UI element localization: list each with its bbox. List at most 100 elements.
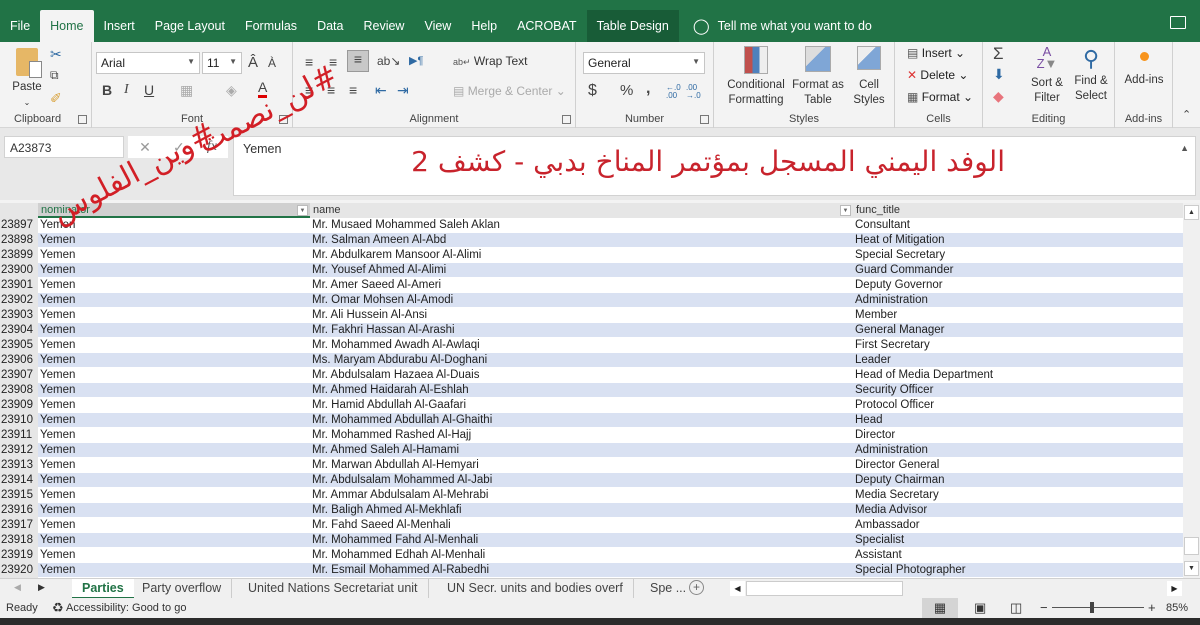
delete-cells-button[interactable]: ✕ Delete ⌄ <box>907 68 968 82</box>
top-align-icon[interactable]: ≡ <box>305 54 313 70</box>
column-header-name[interactable]: name ▼ <box>310 203 853 218</box>
cell-nominator[interactable]: Yemen <box>38 473 310 488</box>
cell-name[interactable]: Mr. Mohammed Edhah Al-Menhali <box>310 548 853 563</box>
bold-button[interactable]: B <box>102 82 112 98</box>
fill-icon[interactable]: ⬇ <box>993 66 1005 83</box>
cell-func-title[interactable]: General Manager <box>853 323 1183 338</box>
addins-button[interactable]: Add-ins <box>1119 52 1169 88</box>
zoom-slider-thumb[interactable] <box>1090 602 1094 613</box>
row-number[interactable]: 23898 <box>0 233 38 248</box>
cell-name[interactable]: Ms. Maryam Abdurabu Al-Doghani <box>310 353 853 368</box>
cell-name[interactable]: Mr. Fakhri Hassan Al-Arashi <box>310 323 853 338</box>
cell-func-title[interactable]: Ambassador <box>853 518 1183 533</box>
cell-nominator[interactable]: Yemen <box>38 503 310 518</box>
row-number[interactable]: 23904 <box>0 323 38 338</box>
bottom-align-icon[interactable]: ≡ <box>347 50 369 72</box>
wrap-text-button[interactable]: ab↵ Wrap Text <box>453 54 527 68</box>
cell-func-title[interactable]: Leader <box>853 353 1183 368</box>
dialog-launcher-icon[interactable] <box>562 115 571 124</box>
cell-nominator[interactable]: Yemen <box>38 308 310 323</box>
merge-center-button[interactable]: ▤ Merge & Center ⌄ <box>453 84 566 98</box>
cell-name[interactable]: Mr. Salman Ameen Al-Abd <box>310 233 853 248</box>
clear-eraser-icon[interactable]: ◆ <box>993 88 1004 105</box>
cell-styles-button[interactable]: Cell Styles <box>848 46 890 108</box>
cell-func-title[interactable]: Member <box>853 308 1183 323</box>
cell-nominator[interactable]: Yemen <box>38 323 310 338</box>
cell-name[interactable]: Mr. Esmail Mohammed Al-Rabedhi <box>310 563 853 578</box>
cell-nominator[interactable]: Yemen <box>38 218 310 233</box>
cell-func-title[interactable]: Media Secretary <box>853 488 1183 503</box>
row-number[interactable]: 23917 <box>0 518 38 533</box>
cell-func-title[interactable]: Director <box>853 428 1183 443</box>
cell-name[interactable]: Mr. Ali Hussein Al-Ansi <box>310 308 853 323</box>
cell-nominator[interactable]: Yemen <box>38 353 310 368</box>
grow-font-icon[interactable]: Â <box>248 54 258 71</box>
tab-data[interactable]: Data <box>307 10 353 42</box>
sort-filter-button[interactable]: A Z▼ Sort & Filter <box>1025 45 1069 106</box>
italic-button[interactable]: I <box>124 82 129 98</box>
tab-home[interactable]: Home <box>40 10 94 42</box>
table-row[interactable]: 23907 Yemen Mr. Abdulsalam Hazaea Al-Duais… <box>0 368 1183 383</box>
table-row[interactable]: 23915 Yemen Mr. Ammar Abdulsalam Al-Mehrab… <box>0 488 1183 503</box>
cell-name[interactable]: Mr. Ahmed Haidarah Al-Eshlah <box>310 383 853 398</box>
borders-icon[interactable]: ▦ <box>180 82 193 99</box>
row-number[interactable]: 23910 <box>0 413 38 428</box>
row-number[interactable]: 23914 <box>0 473 38 488</box>
enter-check-icon[interactable]: ✓ <box>173 139 185 156</box>
cell-nominator[interactable]: Yemen <box>38 518 310 533</box>
shrink-font-icon[interactable]: À <box>268 56 276 70</box>
orientation-icon[interactable]: ab↘ <box>377 54 400 68</box>
cell-nominator[interactable]: Yemen <box>38 488 310 503</box>
zoom-level[interactable]: 85% <box>1166 602 1188 614</box>
cell-name[interactable]: Mr. Yousef Ahmed Al-Alimi <box>310 263 853 278</box>
filter-dropdown-icon[interactable]: ▼ <box>840 205 851 216</box>
tell-me-search[interactable]: ◯ Tell me what you want to do <box>679 10 872 42</box>
row-number[interactable]: 23918 <box>0 533 38 548</box>
collapse-formula-bar-icon[interactable]: ▲ <box>1180 143 1189 153</box>
cell-name[interactable]: Mr. Fahd Saeed Al-Menhali <box>310 518 853 533</box>
comments-icon[interactable] <box>1170 16 1186 29</box>
add-sheet-icon[interactable]: + <box>689 580 704 595</box>
row-number[interactable]: 23908 <box>0 383 38 398</box>
cell-func-title[interactable]: Protocol Officer <box>853 398 1183 413</box>
zoom-out-icon[interactable]: − <box>1040 600 1048 615</box>
rtl-icon[interactable]: ▶¶ <box>409 54 423 67</box>
insert-cells-button[interactable]: ▤ Insert ⌄ <box>907 46 965 60</box>
decrease-decimal-icon[interactable]: .00 →.0 <box>686 84 701 100</box>
comma-button[interactable]: , <box>646 80 650 98</box>
table-row[interactable]: 23897 Yemen Mr. Musaed Mohammed Saleh Akla… <box>0 218 1183 233</box>
table-row[interactable]: 23901 Yemen Mr. Amer Saeed Al-Ameri Deputy … <box>0 278 1183 293</box>
cell-name[interactable]: Mr. Abdulsalam Mohammed Al-Jabi <box>310 473 853 488</box>
scroll-up-icon[interactable]: ▲ <box>1184 205 1199 220</box>
cell-func-title[interactable]: Director General <box>853 458 1183 473</box>
table-row[interactable]: 23909 Yemen Mr. Hamid Abdullah Al-Gaafari P… <box>0 398 1183 413</box>
cell-func-title[interactable]: Special Photographer <box>853 563 1183 578</box>
dialog-launcher-icon[interactable] <box>78 115 87 124</box>
scroll-down-icon[interactable]: ▼ <box>1184 561 1199 576</box>
table-row[interactable]: 23905 Yemen Mr. Mohammed Awadh Al-Awlaqi Fi… <box>0 338 1183 353</box>
format-cells-button[interactable]: ▦ Format ⌄ <box>907 90 973 104</box>
row-number[interactable]: 23903 <box>0 308 38 323</box>
conditional-formatting-button[interactable]: Conditional Formatting <box>724 46 788 108</box>
cell-func-title[interactable]: Guard Commander <box>853 263 1183 278</box>
scroll-right-icon[interactable]: ▶ <box>1167 581 1182 596</box>
row-number[interactable]: 23906 <box>0 353 38 368</box>
row-number[interactable]: 23911 <box>0 428 38 443</box>
name-box[interactable]: A23873 <box>4 136 124 158</box>
zoom-in-icon[interactable]: + <box>1148 600 1156 615</box>
font-size-combo[interactable]: 11 ▼ <box>202 52 242 74</box>
fill-color-icon[interactable]: ◈ <box>226 82 237 99</box>
increase-indent-icon[interactable]: ⇥ <box>397 82 409 99</box>
worksheet-grid[interactable]: nominator ▼ name ▼ func_title 23897 Yemen… <box>0 203 1183 578</box>
scroll-thumb[interactable] <box>1184 537 1199 555</box>
percent-button[interactable]: % <box>620 82 633 99</box>
row-number[interactable]: 23901 <box>0 278 38 293</box>
prev-sheet-icon[interactable]: ◀ <box>14 582 21 593</box>
cell-name[interactable]: Mr. Baligh Ahmed Al-Mekhlafi <box>310 503 853 518</box>
table-row[interactable]: 23902 Yemen Mr. Omar Mohsen Al-Amodi Admini… <box>0 293 1183 308</box>
cell-func-title[interactable]: Administration <box>853 443 1183 458</box>
row-number[interactable]: 23915 <box>0 488 38 503</box>
page-break-view-icon[interactable]: ◫ <box>1010 600 1022 616</box>
table-row[interactable]: 23912 Yemen Mr. Ahmed Saleh Al-Hamami Admin… <box>0 443 1183 458</box>
decrease-indent-icon[interactable]: ⇤ <box>375 82 387 99</box>
